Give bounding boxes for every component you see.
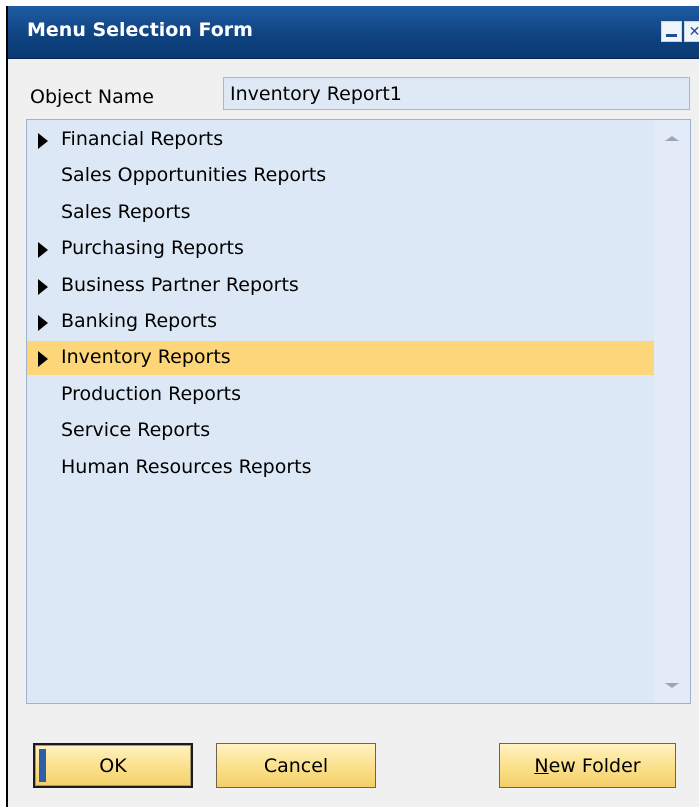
list-item[interactable]: Service Reports	[27, 414, 654, 448]
object-name-label: Object Name	[30, 86, 154, 108]
minimize-icon	[666, 34, 677, 37]
list-item-label: Financial Reports	[61, 128, 224, 150]
list-item[interactable]: Financial Reports	[27, 123, 654, 157]
cancel-button[interactable]: Cancel	[216, 743, 376, 788]
report-folder-list[interactable]: Financial Reports Sales Opportunities Rep…	[26, 119, 691, 704]
list-item-label: Banking Reports	[61, 310, 218, 332]
new-folder-button[interactable]: New Folder	[499, 743, 676, 788]
list-item[interactable]: Inventory Reports	[27, 341, 654, 376]
list-item[interactable]: Business Partner Reports	[27, 269, 654, 303]
list-item[interactable]: Purchasing Reports	[27, 232, 654, 266]
cancel-button-label: Cancel	[263, 754, 329, 777]
list-item[interactable]: Sales Opportunities Reports	[27, 159, 654, 193]
scroll-down-button[interactable]	[654, 667, 690, 703]
new-folder-button-label: New Folder	[534, 754, 641, 777]
menu-selection-window: Menu Selection Form ✕ Object Name Invent…	[6, 6, 699, 807]
list-item[interactable]: Production Reports	[27, 378, 654, 412]
focus-indicator	[39, 749, 46, 782]
list-item-label: Inventory Reports	[61, 346, 231, 369]
list-item-label: Business Partner Reports	[61, 273, 299, 296]
scroll-up-icon	[665, 135, 679, 141]
list-item-label: Purchasing Reports	[61, 237, 244, 260]
title-bar[interactable]: Menu Selection Form ✕	[8, 6, 699, 59]
close-icon: ✕	[688, 23, 699, 40]
window-title: Menu Selection Form	[27, 19, 253, 41]
list-item-label: Human Resources Reports	[61, 455, 312, 478]
object-name-field[interactable]: Inventory Report1	[223, 77, 690, 110]
ok-button[interactable]: OK	[33, 743, 193, 788]
list-item-label: Production Reports	[61, 382, 242, 405]
expand-arrow-icon[interactable]	[38, 351, 48, 368]
list-item[interactable]: Banking Reports	[27, 305, 654, 339]
list-item-label: Sales Reports	[61, 200, 191, 223]
scroll-up-button[interactable]	[654, 120, 690, 156]
scroll-down-icon	[665, 682, 679, 688]
expand-arrow-icon[interactable]	[38, 133, 48, 149]
list-item[interactable]: Sales Reports	[27, 196, 654, 230]
close-button[interactable]: ✕	[684, 21, 699, 42]
ok-button-label: OK	[99, 754, 127, 777]
expand-arrow-icon[interactable]	[38, 242, 48, 259]
vertical-scrollbar[interactable]	[654, 120, 690, 703]
expand-arrow-icon[interactable]	[38, 278, 48, 295]
list-item-label: Service Reports	[61, 419, 211, 442]
minimize-button[interactable]	[661, 21, 682, 42]
list-item-label: Sales Opportunities Reports	[61, 164, 327, 187]
list-item[interactable]: Human Resources Reports	[27, 451, 654, 485]
expand-arrow-icon[interactable]	[38, 315, 48, 331]
